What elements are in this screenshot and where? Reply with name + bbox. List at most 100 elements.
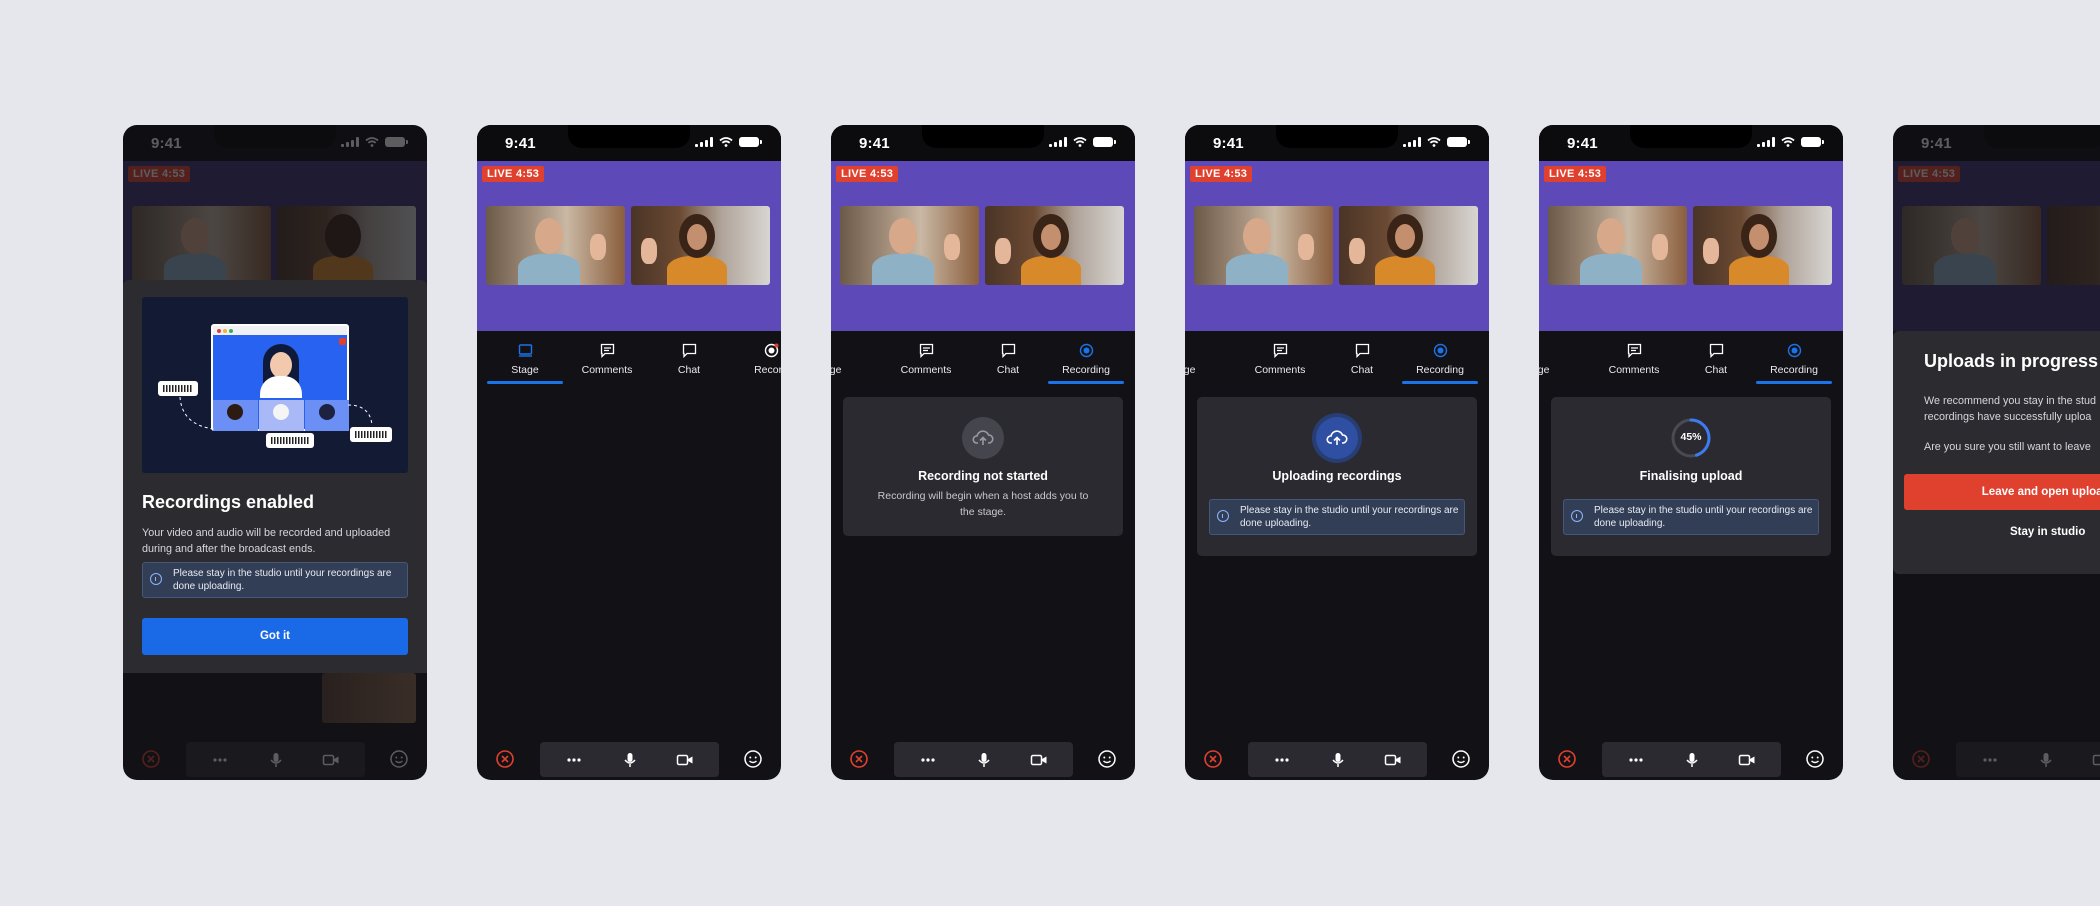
phone-uploading-recordings: 9:41 LIVE 4:53 tage Comments: [1185, 125, 1489, 780]
live-badge: LIVE 4:53: [128, 166, 191, 182]
microphone-icon[interactable]: [975, 751, 993, 769]
bottom-toolbar: [1185, 742, 1489, 780]
recording-status-card: Uploading recordings Please stay in the …: [1197, 397, 1477, 556]
tab-stage[interactable]: tage: [1539, 331, 1569, 387]
more-icon[interactable]: [211, 751, 229, 769]
reactions-icon[interactable]: [389, 749, 409, 769]
tab-chat[interactable]: Chat: [649, 331, 729, 387]
tab-comments[interactable]: Comments: [1594, 331, 1674, 387]
reactions-icon[interactable]: [1805, 749, 1825, 769]
tab-label: Chat: [677, 364, 701, 376]
tab-recording[interactable]: Record: [731, 331, 781, 387]
camera-icon[interactable]: [1738, 751, 1756, 769]
tab-comments[interactable]: Comments: [567, 331, 647, 387]
tab-stage[interactable]: tage: [1185, 331, 1215, 387]
media-controls: [1956, 742, 2100, 777]
leave-call-icon[interactable]: [495, 749, 515, 769]
microphone-icon[interactable]: [267, 751, 285, 769]
tab-comments[interactable]: Comments: [1240, 331, 1320, 387]
more-icon[interactable]: [1981, 751, 1999, 769]
dialog-body-line-2: recordings have successfully uploa: [1924, 411, 2092, 423]
video-tile-guest-1: [1548, 206, 1687, 285]
leave-call-icon[interactable]: [141, 749, 161, 769]
comments-icon: [600, 343, 615, 358]
card-title: Recording not started: [918, 469, 1048, 483]
stay-in-studio-button[interactable]: Stay in studio: [2010, 526, 2085, 538]
dashed-arrow: [179, 396, 215, 430]
wifi-icon: [1427, 137, 1441, 147]
microphone-icon[interactable]: [1329, 751, 1347, 769]
tab-comments[interactable]: Comments: [886, 331, 966, 387]
leave-call-icon[interactable]: [1911, 749, 1931, 769]
microphone-icon[interactable]: [621, 751, 639, 769]
wifi-icon: [365, 137, 379, 147]
tab-label: Record: [754, 364, 781, 376]
video-tile-guest-2: [1693, 206, 1832, 285]
tab-bar: tage Comments Chat Recording: [1539, 331, 1843, 387]
tab-chat[interactable]: Chat: [968, 331, 1048, 387]
camera-icon[interactable]: [1030, 751, 1048, 769]
dialog-title: Recordings enabled: [142, 492, 315, 512]
tab-stage[interactable]: Stage: [485, 331, 565, 387]
more-icon[interactable]: [565, 751, 583, 769]
video-tile-guest-1: [132, 206, 271, 285]
got-it-button[interactable]: Got it: [142, 618, 408, 655]
tab-label: Recording: [1062, 364, 1110, 376]
tab-label: Comments: [900, 364, 952, 376]
canvas: 9:41 LIVE 4:53 Recordings enabled Your v…: [0, 0, 2100, 906]
tab-bar: Stage Comments Chat Record: [477, 331, 781, 387]
status-icons: [1049, 137, 1116, 147]
leave-call-icon[interactable]: [849, 749, 869, 769]
tab-recording[interactable]: Recording: [1400, 331, 1480, 387]
record-icon: [1787, 343, 1802, 358]
leave-and-open-uploads-button[interactable]: Leave and open uploads p: [1904, 474, 2100, 510]
reactions-icon[interactable]: [743, 749, 763, 769]
camera-icon[interactable]: [322, 751, 340, 769]
dashed-arrow: [347, 404, 373, 426]
microphone-icon[interactable]: [2037, 751, 2055, 769]
leave-call-icon[interactable]: [1203, 749, 1223, 769]
status-bar: 9:41: [1893, 125, 2100, 161]
record-icon: [1433, 343, 1448, 358]
info-icon: [1571, 510, 1583, 522]
video-tile-guest-1: [1194, 206, 1333, 285]
tab-label: Comments: [1608, 364, 1660, 376]
tab-chat[interactable]: Chat: [1322, 331, 1402, 387]
status-time: 9:41: [505, 135, 536, 152]
tab-label: Stage: [511, 364, 539, 376]
active-tab-indicator: [1048, 381, 1124, 384]
status-icons: [695, 137, 762, 147]
reactions-icon[interactable]: [1097, 749, 1117, 769]
more-icon[interactable]: [1627, 751, 1645, 769]
camera-icon[interactable]: [2092, 751, 2100, 769]
reactions-icon[interactable]: [1451, 749, 1471, 769]
audio-wave-chip: [158, 381, 198, 396]
status-time: 9:41: [1213, 135, 1244, 152]
notch: [1630, 125, 1752, 148]
live-badge: LIVE 4:53: [1544, 166, 1607, 182]
microphone-icon[interactable]: [1683, 751, 1701, 769]
signal-icon: [1049, 137, 1067, 147]
video-tile-guest-2: [985, 206, 1124, 285]
info-banner: Please stay in the studio until your rec…: [1563, 499, 1819, 535]
tab-stage[interactable]: tage: [831, 331, 861, 387]
dialog-body: Your video and audio will be recorded an…: [142, 527, 391, 555]
phone-uploads-in-progress: 9:41 LIVE 4:53 Uploads in progress We re…: [1893, 125, 2100, 780]
signal-icon: [695, 137, 713, 147]
tab-label: Recording: [1770, 364, 1818, 376]
more-icon[interactable]: [1273, 751, 1291, 769]
media-controls: [1602, 742, 1781, 777]
live-badge: LIVE 4:53: [1898, 166, 1961, 182]
tab-label: tage: [1539, 364, 1550, 376]
tab-chat[interactable]: Chat: [1676, 331, 1756, 387]
camera-icon[interactable]: [676, 751, 694, 769]
comments-icon: [1627, 343, 1642, 358]
tab-recording[interactable]: Recording: [1046, 331, 1126, 387]
screen-icon: [518, 344, 533, 357]
more-icon[interactable]: [919, 751, 937, 769]
camera-icon[interactable]: [1384, 751, 1402, 769]
uploads-in-progress-dialog: Uploads in progress We recommend you sta…: [1893, 331, 2100, 574]
leave-call-icon[interactable]: [1557, 749, 1577, 769]
info-text: Please stay in the studio until your rec…: [1240, 505, 1459, 529]
tab-recording[interactable]: Recording: [1754, 331, 1834, 387]
